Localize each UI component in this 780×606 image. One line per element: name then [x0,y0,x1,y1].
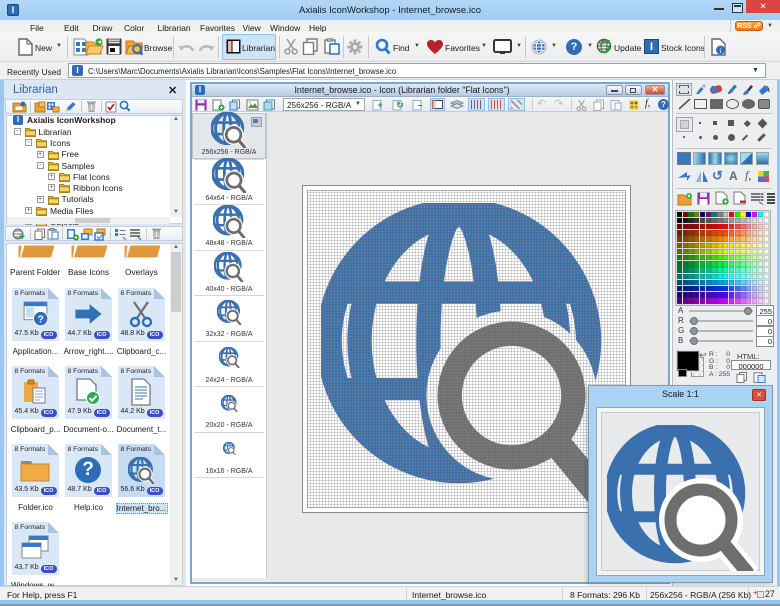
svg-text:i: i [720,47,722,55]
svg-text:?: ? [37,314,43,325]
